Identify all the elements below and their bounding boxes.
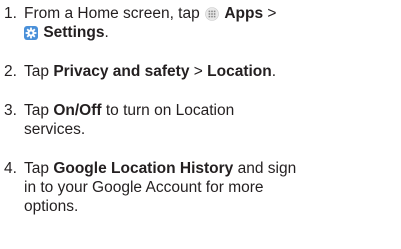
step-text-line: services. (24, 121, 86, 138)
privacy-and-safety-label: Privacy and safety (53, 63, 190, 80)
apps-grid-icon (205, 7, 219, 21)
step-text: Tap On/Off to turn on Location services. (24, 101, 394, 139)
step-number: 3. (4, 102, 17, 119)
google-location-history-label: Google Location History (53, 160, 234, 177)
step-text-suffix: and sign (237, 160, 297, 177)
step-text-suffix: . (104, 24, 109, 41)
step-text-prefix: Tap (24, 160, 49, 177)
step-number: 4. (4, 160, 17, 177)
step-number: 1. (4, 5, 17, 22)
step-text: Tap Privacy and safety > Location. (24, 62, 394, 81)
step-text: Tap Google Location History and sign in … (24, 159, 394, 216)
step-text-prefix: From a Home screen, tap (24, 5, 200, 22)
step-text: From a Home screen, tap Apps > Settings. (24, 4, 394, 42)
separator: > (267, 5, 277, 22)
step-text-suffix: to turn on Location (105, 102, 235, 119)
location-label: Location (207, 63, 272, 80)
step-number: 2. (4, 63, 17, 80)
settings-label: Settings (43, 24, 105, 41)
step-text-line: options. (24, 198, 79, 215)
step-text-line: in to your Google Account for more (24, 179, 264, 196)
step-text-prefix: Tap (24, 63, 49, 80)
apps-label: Apps (224, 5, 264, 22)
instruction-steps: 1. From a Home screen, tap Apps > Settin… (0, 0, 401, 249)
settings-gear-icon (24, 26, 38, 40)
step-text-suffix: . (271, 63, 277, 80)
step-text-prefix: Tap (24, 102, 49, 119)
on-off-label: On/Off (53, 102, 102, 119)
separator: > (193, 63, 203, 80)
